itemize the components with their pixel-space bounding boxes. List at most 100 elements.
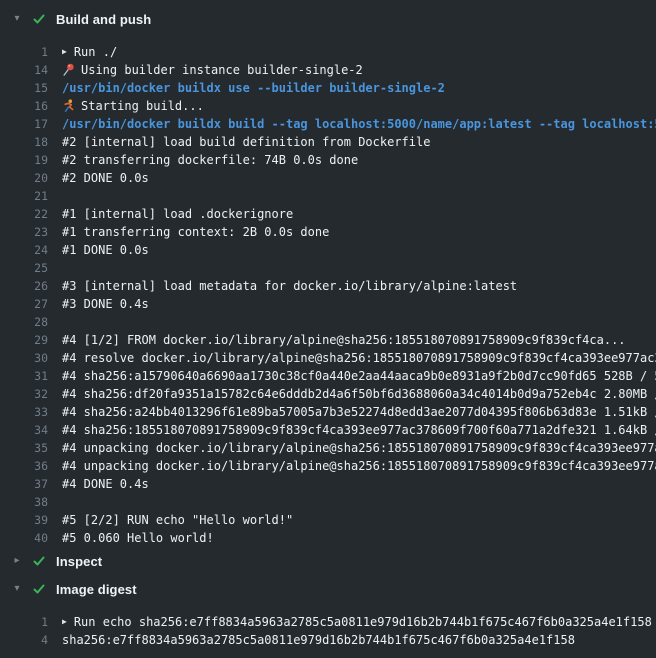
line-content — [62, 259, 656, 277]
line-number[interactable]: 31 — [0, 367, 48, 385]
log-line: 39 #5 [2/2] RUN echo "Hello world!" — [0, 511, 656, 529]
log-line: 26 #3 [internal] load metadata for docker… — [0, 277, 656, 295]
log-line: 34 #4 sha256:185518070891758909c9f839cf4c… — [0, 421, 656, 439]
log-section-build-and-push: ▾Build and push1▶Run ./14Using builder i… — [0, 5, 656, 547]
line-number[interactable]: 34 — [0, 421, 48, 439]
line-content: #5 [2/2] RUN echo "Hello world!" — [62, 511, 656, 529]
line-number[interactable]: 29 — [0, 331, 48, 349]
log-line: 15/usr/bin/docker buildx use --builder b… — [0, 79, 656, 97]
log-line: 18 #2 [internal] load build definition fr… — [0, 133, 656, 151]
line-content: Starting build... — [62, 97, 656, 115]
line-number[interactable]: 26 — [0, 277, 48, 295]
line-number[interactable]: 14 — [0, 61, 48, 79]
line-content — [62, 187, 656, 205]
log-line: 19 #2 transferring dockerfile: 74B 0.0s d… — [0, 151, 656, 169]
log-line: 1 ▶Run ./ — [0, 43, 656, 61]
line-content: #3 DONE 0.4s — [62, 295, 656, 313]
workflow-log-viewer: ▾Build and push1▶Run ./14Using builder i… — [0, 0, 656, 658]
line-content: #2 transferring dockerfile: 74B 0.0s don… — [62, 151, 656, 169]
line-number[interactable]: 19 — [0, 151, 48, 169]
line-content: #4 sha256:a24bb4013296f61e89ba57005a7b3e… — [62, 403, 656, 421]
log-line: 24 #1 DONE 0.0s — [0, 241, 656, 259]
log-line: 33 #4 sha256:a24bb4013296f61e89ba57005a7b… — [0, 403, 656, 421]
log-line: 38 — [0, 493, 656, 511]
line-content: #1 transferring context: 2B 0.0s done — [62, 223, 656, 241]
log-line: 37 #4 DONE 0.4s — [0, 475, 656, 493]
line-number[interactable]: 17 — [0, 115, 48, 133]
line-content: #4 [1/2] FROM docker.io/library/alpine@s… — [62, 331, 656, 349]
chevron-down-icon: ▾ — [10, 584, 24, 594]
section-header-image-digest[interactable]: ▾ Image digest — [0, 575, 656, 603]
line-number[interactable]: 1 — [0, 43, 48, 61]
log-line: 1 ▶Run echo sha256:e7ff8834a5963a2785c5a0… — [0, 613, 656, 631]
line-number[interactable]: 35 — [0, 439, 48, 457]
log-line: 29 #4 [1/2] FROM docker.io/library/alpine… — [0, 331, 656, 349]
log-line: 25 — [0, 259, 656, 277]
line-content: sha256:e7ff8834a5963a2785c5a0811e979d16b… — [62, 631, 656, 649]
log-section-image-digest: ▾ Image digest 1 ▶Run echo sha256:e7ff8834a… — [0, 575, 656, 649]
chevron-right-icon: ▸ — [10, 556, 24, 566]
line-number[interactable]: 1 — [0, 613, 48, 631]
line-content: #2 DONE 0.0s — [62, 169, 656, 187]
line-number[interactable]: 16 — [0, 97, 48, 115]
play-expand-icon: ▶ — [62, 43, 67, 61]
line-number[interactable]: 24 — [0, 241, 48, 259]
line-number[interactable]: 37 — [0, 475, 48, 493]
line-content: /usr/bin/docker buildx build --tag local… — [62, 115, 656, 133]
log-line: 36 #4 unpacking docker.io/library/alpine@… — [0, 457, 656, 475]
line-number[interactable]: 25 — [0, 259, 48, 277]
section-header-build-and-push[interactable]: ▾Build and push — [0, 5, 656, 33]
line-number[interactable]: 36 — [0, 457, 48, 475]
line-content: #4 sha256:a15790640a6690aa1730c38cf0a440… — [62, 367, 656, 385]
line-number[interactable]: 21 — [0, 187, 48, 205]
line-number[interactable]: 33 — [0, 403, 48, 421]
success-check-icon — [32, 12, 46, 26]
line-number[interactable]: 20 — [0, 169, 48, 187]
line-number[interactable]: 30 — [0, 349, 48, 367]
line-content: #3 [internal] load metadata for docker.i… — [62, 277, 656, 295]
line-content — [62, 313, 656, 331]
log-line: 16 Starting build... — [0, 97, 656, 115]
line-content: #2 [internal] load build definition from… — [62, 133, 656, 151]
line-number[interactable]: 28 — [0, 313, 48, 331]
line-number[interactable]: 23 — [0, 223, 48, 241]
line-number[interactable]: 40 — [0, 529, 48, 547]
section-title: Image digest — [56, 582, 137, 597]
log-line: 40 #5 0.060 Hello world! — [0, 529, 656, 547]
line-content: #1 DONE 0.0s — [62, 241, 656, 259]
log-line: 27 #3 DONE 0.4s — [0, 295, 656, 313]
log-line: 17/usr/bin/docker buildx build --tag loc… — [0, 115, 656, 133]
play-expand-icon: ▶ — [62, 613, 67, 631]
log-line: 32 #4 sha256:df20fa9351a15782c64e6dddb2d4… — [0, 385, 656, 403]
line-number[interactable]: 39 — [0, 511, 48, 529]
log-group-toggle-line[interactable]: ▶Run echo sha256:e7ff8834a5963a2785c5a08… — [62, 613, 656, 631]
line-content: #4 sha256:185518070891758909c9f839cf4ca3… — [62, 421, 656, 439]
line-number[interactable]: 18 — [0, 133, 48, 151]
line-content: #1 [internal] load .dockerignore — [62, 205, 656, 223]
section-log-body: 1 ▶Run echo sha256:e7ff8834a5963a2785c5a0… — [0, 613, 656, 649]
chevron-down-icon: ▾ — [10, 14, 24, 24]
line-number[interactable]: 15 — [0, 79, 48, 97]
log-line: 4 sha256:e7ff8834a5963a2785c5a0811e979d16… — [0, 631, 656, 649]
line-number[interactable]: 38 — [0, 493, 48, 511]
runner-icon — [62, 99, 75, 112]
line-number[interactable]: 32 — [0, 385, 48, 403]
log-line: 30 #4 resolve docker.io/library/alpine@sh… — [0, 349, 656, 367]
line-number[interactable]: 22 — [0, 205, 48, 223]
line-content: #4 DONE 0.4s — [62, 475, 656, 493]
log-line: 22 #1 [internal] load .dockerignore — [0, 205, 656, 223]
line-content: #4 unpacking docker.io/library/alpine@sh… — [62, 439, 656, 457]
log-line: 31 #4 sha256:a15790640a6690aa1730c38cf0a4… — [0, 367, 656, 385]
log-group-toggle-line[interactable]: ▶Run ./ — [62, 43, 656, 61]
log-line: 23 #1 transferring context: 2B 0.0s done — [0, 223, 656, 241]
section-header-inspect[interactable]: ▸Inspect — [0, 547, 656, 575]
success-check-icon — [32, 554, 46, 568]
log-line: 28 — [0, 313, 656, 331]
line-content: #4 sha256:df20fa9351a15782c64e6dddb2d4a6… — [62, 385, 656, 403]
section-log-body: 1▶Run ./14Using builder instance builder… — [0, 43, 656, 547]
line-content: #4 unpacking docker.io/library/alpine@sh… — [62, 457, 656, 475]
line-number[interactable]: 4 — [0, 631, 48, 649]
line-content: #4 resolve docker.io/library/alpine@sha2… — [62, 349, 656, 367]
line-content: #5 0.060 Hello world! — [62, 529, 656, 547]
line-number[interactable]: 27 — [0, 295, 48, 313]
